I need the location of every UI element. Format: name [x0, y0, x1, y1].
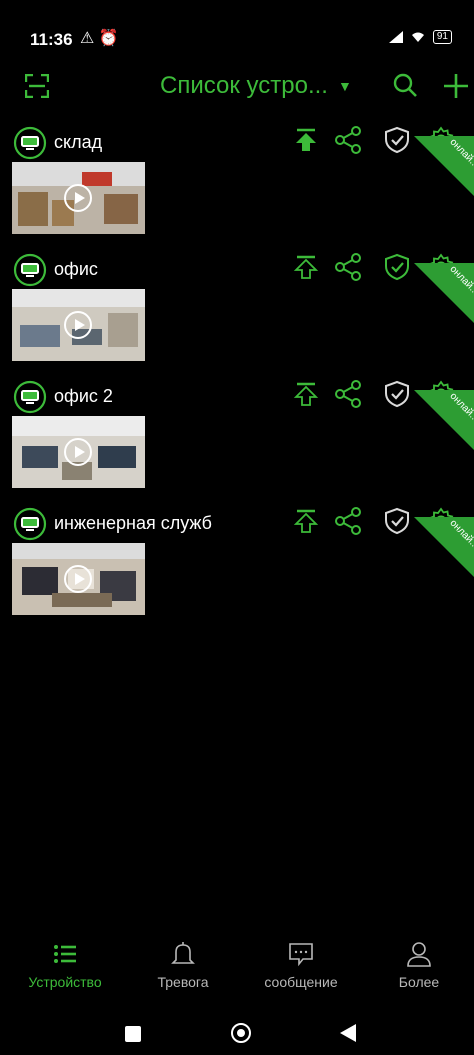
- online-status-badge: онлай...: [414, 136, 474, 196]
- status-right-icons: 91: [388, 30, 452, 44]
- online-status-badge: онлай...: [414, 263, 474, 323]
- home-button[interactable]: [231, 1023, 251, 1043]
- list-icon: [54, 945, 76, 963]
- device-card[interactable]: офис 2 онлай...: [0, 380, 474, 498]
- nvr-icon: [13, 253, 47, 287]
- play-icon[interactable]: [64, 565, 92, 593]
- device-name: офис 2: [54, 386, 113, 406]
- online-status-badge: онлай...: [414, 390, 474, 450]
- play-icon[interactable]: [64, 311, 92, 339]
- upload-icon[interactable]: [292, 507, 320, 535]
- tab-devices[interactable]: Устройство: [15, 940, 115, 990]
- share-icon[interactable]: [334, 126, 362, 154]
- device-name: склад: [54, 132, 103, 152]
- camera-thumbnail[interactable]: [12, 162, 145, 234]
- status-notification-icons: ⚠ ⏰: [80, 30, 119, 47]
- bottom-tab-bar: Устройство Тревога сообщение Более: [0, 940, 474, 1008]
- search-icon[interactable]: [392, 72, 418, 98]
- shield-icon[interactable]: [383, 380, 411, 408]
- camera-thumbnail[interactable]: [12, 543, 145, 615]
- tab-label: Тревога: [157, 974, 209, 990]
- system-navigation-bar: [0, 1010, 474, 1055]
- status-bar: 11:36 ⚠ ⏰ 91: [0, 0, 474, 72]
- app-header: Список устро... ▼: [0, 72, 474, 110]
- upload-icon[interactable]: [292, 380, 320, 408]
- signal-icon: [388, 31, 403, 43]
- device-card[interactable]: офис онлай...: [0, 253, 474, 371]
- back-button[interactable]: [340, 1024, 356, 1042]
- share-icon[interactable]: [334, 380, 362, 408]
- device-list-dropdown[interactable]: Список устро... ▼: [160, 72, 352, 100]
- tab-label: Более: [398, 974, 440, 990]
- upload-icon[interactable]: [292, 253, 320, 281]
- device-name: инженерная служб: [54, 513, 212, 533]
- tab-label: Устройство: [28, 974, 102, 990]
- plus-icon[interactable]: [442, 72, 470, 100]
- play-icon[interactable]: [64, 438, 92, 466]
- wifi-icon: [411, 32, 424, 42]
- device-card[interactable]: инженерная служб онлай...: [0, 507, 474, 625]
- shield-icon[interactable]: [383, 507, 411, 535]
- tab-alarm[interactable]: Тревога: [133, 940, 233, 990]
- shield-icon[interactable]: [383, 253, 411, 281]
- tab-messages[interactable]: сообщение: [251, 940, 351, 990]
- message-icon: [289, 943, 313, 967]
- device-name: офис: [54, 259, 98, 279]
- tab-label: сообщение: [264, 974, 338, 990]
- play-icon[interactable]: [64, 184, 92, 212]
- status-time: 11:36: [30, 30, 73, 49]
- page-title: Список устро...: [160, 72, 328, 99]
- battery-icon: 91: [432, 30, 452, 44]
- shield-icon[interactable]: [383, 126, 411, 154]
- camera-thumbnail[interactable]: [12, 416, 145, 488]
- nvr-icon: [13, 380, 47, 414]
- nvr-icon: [13, 507, 47, 541]
- online-status-badge: онлай...: [414, 517, 474, 577]
- upload-icon[interactable]: [292, 126, 320, 154]
- camera-thumbnail[interactable]: [12, 289, 145, 361]
- nvr-icon: [13, 126, 47, 160]
- scan-icon[interactable]: [25, 74, 49, 98]
- person-icon: [407, 942, 431, 967]
- bell-icon: [171, 942, 195, 964]
- tab-more[interactable]: Более: [369, 940, 469, 990]
- share-icon[interactable]: [334, 507, 362, 535]
- chevron-down-icon: ▼: [337, 78, 352, 94]
- share-icon[interactable]: [334, 253, 362, 281]
- recent-apps-button[interactable]: [125, 1026, 141, 1042]
- device-card[interactable]: склад онлай...: [0, 126, 474, 244]
